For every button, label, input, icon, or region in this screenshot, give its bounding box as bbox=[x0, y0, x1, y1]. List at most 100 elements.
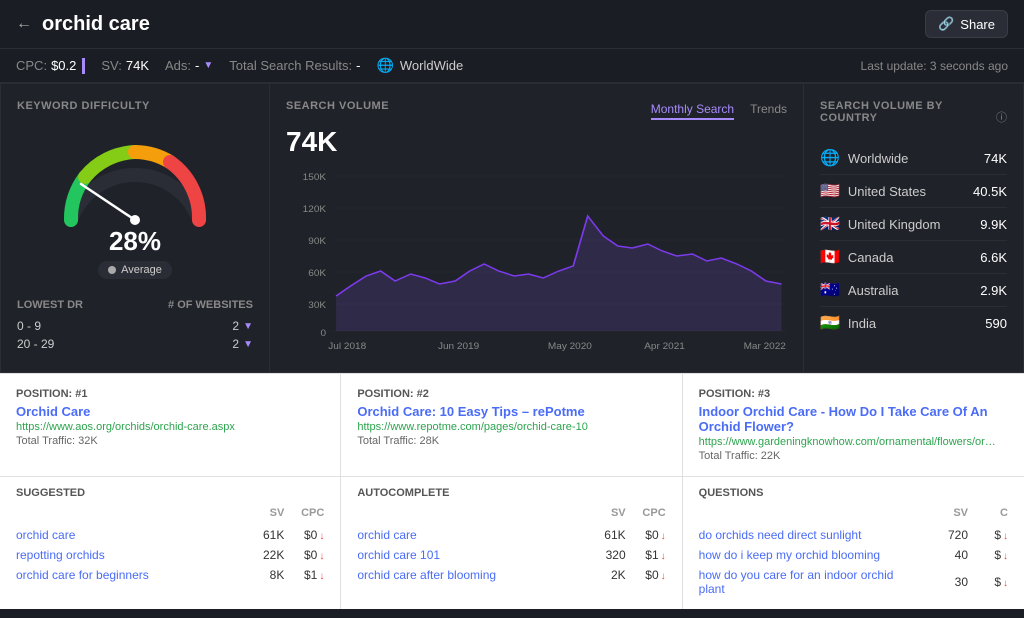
tab-monthly-search[interactable]: Monthly Search bbox=[651, 102, 734, 120]
country-value: 6.6K bbox=[980, 250, 1007, 265]
kw-name[interactable]: orchid care bbox=[16, 528, 234, 542]
trend-icon: ↓ bbox=[1003, 551, 1008, 562]
kw-name[interactable]: repotting orchids bbox=[16, 548, 234, 562]
link-icon: 🔗 bbox=[938, 16, 954, 32]
header-actions: 🔗 Share bbox=[925, 10, 1008, 38]
dr-table: LOWEST DR # OF WEBSITES 0 - 9 2 ▼ 20 - 2… bbox=[17, 299, 253, 353]
keyword-block: AUTOCOMPLETE SV CPC orchid care 61K $0↓ … bbox=[341, 477, 682, 609]
country-row: 🇨🇦 Canada 6.6K bbox=[820, 241, 1007, 274]
svg-text:Mar 2022: Mar 2022 bbox=[744, 341, 786, 351]
country-name: India bbox=[848, 316, 876, 331]
pos-link[interactable]: Orchid Care bbox=[16, 404, 324, 419]
share-button[interactable]: 🔗 Share bbox=[925, 10, 1008, 38]
country-name: United Kingdom bbox=[848, 217, 941, 232]
average-badge: Average bbox=[98, 261, 172, 279]
main-panels: KEYWORD DIFFICULTY 28% bbox=[0, 83, 1024, 373]
sv-tabs: Monthly Search Trends bbox=[651, 102, 787, 120]
country-header: SEARCH VOLUME BY COUNTRY ⓘ bbox=[820, 100, 1007, 134]
table-row: 20 - 29 2 ▼ bbox=[17, 335, 253, 353]
keyword-difficulty-panel: KEYWORD DIFFICULTY 28% bbox=[0, 83, 270, 373]
sv-header: SEARCH VOLUME Monthly Search Trends bbox=[286, 100, 787, 122]
kw-cpc: $1↓ bbox=[626, 548, 666, 562]
pos-traffic: Total Traffic: 22K bbox=[699, 450, 1008, 462]
kw-name[interactable]: orchid care after blooming bbox=[357, 568, 575, 582]
svg-text:30K: 30K bbox=[308, 300, 327, 310]
trend-icon: ↓ bbox=[319, 571, 324, 582]
country-name: Worldwide bbox=[848, 151, 908, 166]
kw-sv: 61K bbox=[576, 528, 626, 542]
trend-icon: ↓ bbox=[1003, 531, 1008, 542]
keyword-tables: SUGGESTED SV CPC orchid care 61K $0↓ rep… bbox=[0, 476, 1024, 609]
country-flag: 🇮🇳 bbox=[820, 313, 840, 333]
kw-cpc: $0↓ bbox=[626, 568, 666, 582]
pos-traffic: Total Traffic: 32K bbox=[16, 435, 324, 447]
country-name: United States bbox=[848, 184, 926, 199]
back-button[interactable]: ← bbox=[16, 15, 32, 33]
country-left: 🇬🇧 United Kingdom bbox=[820, 214, 940, 234]
kw-cpc: $0↓ bbox=[284, 548, 324, 562]
kw-name[interactable]: orchid care bbox=[357, 528, 575, 542]
chevron-down-icon[interactable]: ▼ bbox=[243, 339, 253, 350]
kw-sv: 30 bbox=[918, 575, 968, 589]
kw-cpc: $0↓ bbox=[284, 528, 324, 542]
kw-name[interactable]: how do you care for an indoor orchid pla… bbox=[699, 568, 918, 596]
header: ← orchid care 🔗 Share bbox=[0, 0, 1024, 49]
kw-sv: 40 bbox=[918, 548, 968, 562]
pos-traffic: Total Traffic: 28K bbox=[357, 435, 665, 447]
kw-column-headers: SV CPC bbox=[357, 507, 665, 519]
sv-chart: 150K 120K 90K 60K 30K 0 Jul 2018 Jun 201… bbox=[286, 166, 787, 356]
kw-column-headers: SV CPC bbox=[16, 507, 324, 519]
trend-icon: ↓ bbox=[661, 571, 666, 582]
kw-name[interactable]: how do i keep my orchid blooming bbox=[699, 548, 918, 562]
country-flag: 🇬🇧 bbox=[820, 214, 840, 234]
trend-icon: ↓ bbox=[661, 531, 666, 542]
kd-title: KEYWORD DIFFICULTY bbox=[17, 100, 150, 112]
country-value: 74K bbox=[984, 151, 1007, 166]
svg-text:Jun 2019: Jun 2019 bbox=[438, 341, 479, 351]
kw-sv: 320 bbox=[576, 548, 626, 562]
kw-row: repotting orchids 22K $0↓ bbox=[16, 545, 324, 565]
table-row: 0 - 9 2 ▼ bbox=[17, 317, 253, 335]
kw-name[interactable]: orchid care for beginners bbox=[16, 568, 234, 582]
kw-row: orchid care 101 320 $1↓ bbox=[357, 545, 665, 565]
country-left: 🇺🇸 United States bbox=[820, 181, 926, 201]
pos-link[interactable]: Indoor Orchid Care - How Do I Take Care … bbox=[699, 404, 1008, 434]
country-value: 40.5K bbox=[973, 184, 1007, 199]
kw-sv: 22K bbox=[234, 548, 284, 562]
country-value: 2.9K bbox=[980, 283, 1007, 298]
kw-cpc: $↓ bbox=[968, 528, 1008, 542]
country-value: 9.9K bbox=[980, 217, 1007, 232]
gauge bbox=[55, 132, 215, 222]
country-row: 🇺🇸 United States 40.5K bbox=[820, 175, 1007, 208]
position-block: POSITION: #1 Orchid Care https://www.aos… bbox=[0, 374, 341, 476]
country-row: 🌐 Worldwide 74K bbox=[820, 142, 1007, 175]
trend-icon: ↓ bbox=[319, 551, 324, 562]
kw-column-headers: SV C bbox=[699, 507, 1008, 519]
country-name: Australia bbox=[848, 283, 899, 298]
kw-cpc: $1↓ bbox=[284, 568, 324, 582]
svg-text:60K: 60K bbox=[308, 268, 327, 278]
kw-sv: 2K bbox=[576, 568, 626, 582]
country-panel: SEARCH VOLUME BY COUNTRY ⓘ 🌐 Worldwide 7… bbox=[804, 83, 1024, 373]
toolbar: CPC: $0.2 SV: 74K Ads: - ▼ Total Search … bbox=[0, 49, 1024, 83]
ads-dropdown-icon[interactable]: ▼ bbox=[203, 60, 213, 71]
trend-icon: ↓ bbox=[319, 531, 324, 542]
cpc-bar bbox=[82, 58, 85, 74]
info-icon: ⓘ bbox=[996, 109, 1007, 125]
kw-row: orchid care for beginners 8K $1↓ bbox=[16, 565, 324, 585]
trend-icon: ↓ bbox=[1003, 578, 1008, 589]
kw-name[interactable]: orchid care 101 bbox=[357, 548, 575, 562]
search-volume-panel: SEARCH VOLUME Monthly Search Trends 74K … bbox=[270, 83, 804, 373]
kw-sv: 720 bbox=[918, 528, 968, 542]
last-update: Last update: 3 seconds ago bbox=[861, 59, 1008, 73]
tab-trends[interactable]: Trends bbox=[750, 102, 787, 120]
country-name: Canada bbox=[848, 250, 894, 265]
pos-link[interactable]: Orchid Care: 10 Easy Tips – rePotme bbox=[357, 404, 665, 419]
svg-text:120K: 120K bbox=[303, 204, 327, 214]
kw-name[interactable]: do orchids need direct sunlight bbox=[699, 528, 918, 542]
svg-text:Apr 2021: Apr 2021 bbox=[644, 341, 685, 351]
chevron-down-icon[interactable]: ▼ bbox=[243, 321, 253, 332]
kw-cpc: $↓ bbox=[968, 575, 1008, 589]
location-selector[interactable]: 🌐 WorldWide bbox=[376, 57, 463, 74]
country-left: 🌐 Worldwide bbox=[820, 148, 908, 168]
